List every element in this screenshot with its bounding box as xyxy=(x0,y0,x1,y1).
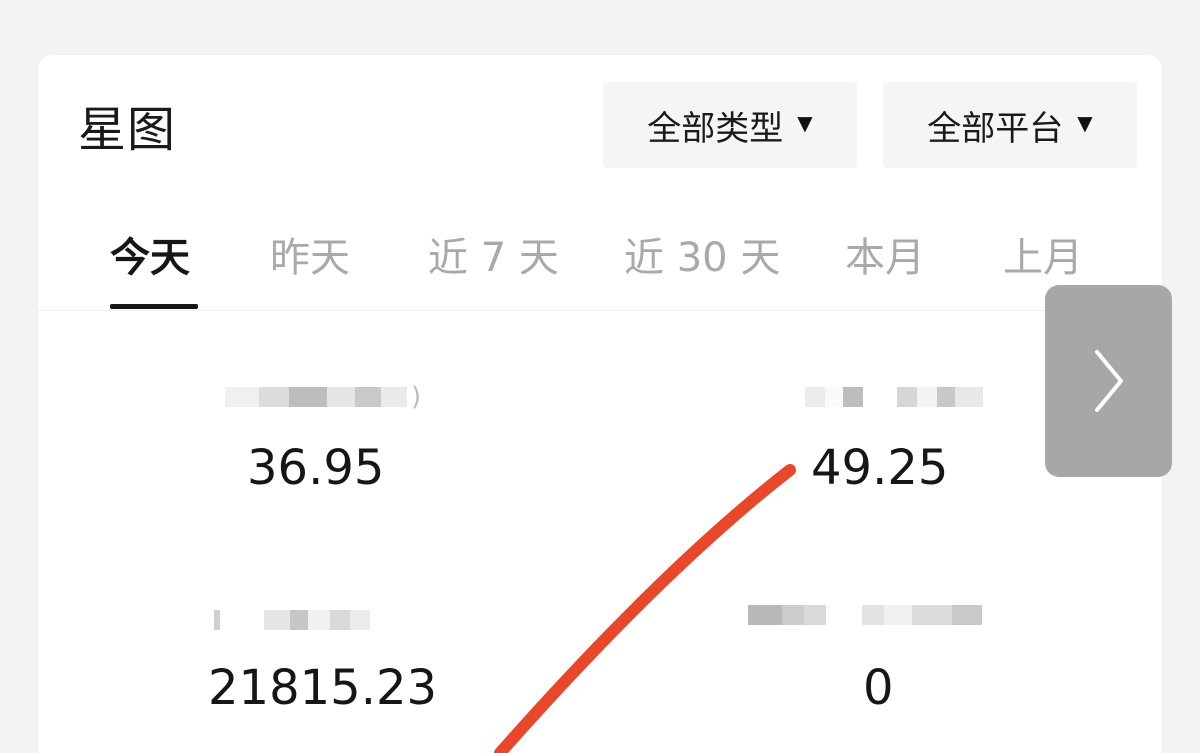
tab-this-month[interactable]: 本月 xyxy=(845,228,925,288)
metric-value: 36.95 xyxy=(247,440,385,496)
metric-label-blurred xyxy=(214,605,370,635)
tab-last-7-days[interactable]: 近 7 天 xyxy=(428,228,559,288)
metric-value: 0 xyxy=(863,660,894,716)
caret-down-icon: ▼ xyxy=(1077,111,1093,135)
metric-value: 49.25 xyxy=(811,440,949,496)
metric-label-blurred: ) xyxy=(225,382,421,412)
tab-last-30-days[interactable]: 近 30 天 xyxy=(624,228,780,288)
caret-down-icon: ▼ xyxy=(797,111,813,135)
metric-label-blurred xyxy=(805,382,983,412)
active-tab-indicator xyxy=(110,304,198,309)
next-page-button[interactable] xyxy=(1045,285,1172,477)
type-filter-label: 全部类型 xyxy=(647,108,784,149)
type-filter-dropdown[interactable]: 全部类型 ▼ xyxy=(603,82,857,168)
page: 星图 全部类型 ▼ 全部平台 ▼ 今天 昨天 近 7 天 近 30 天 本月 上… xyxy=(0,0,1200,753)
tab-today[interactable]: 今天 xyxy=(110,228,190,288)
date-range-tabs: 今天 昨天 近 7 天 近 30 天 本月 上月 xyxy=(0,228,1200,310)
chevron-right-icon xyxy=(1094,350,1123,412)
tab-yesterday[interactable]: 昨天 xyxy=(270,228,350,288)
platform-filter-dropdown[interactable]: 全部平台 ▼ xyxy=(883,82,1137,168)
metric-value: 21815.23 xyxy=(208,660,438,716)
tabs-divider xyxy=(38,310,1162,311)
page-title: 星图 xyxy=(78,102,177,158)
platform-filter-label: 全部平台 xyxy=(927,108,1064,149)
tab-last-month[interactable]: 上月 xyxy=(1003,228,1083,288)
metric-label-blurred xyxy=(748,600,982,630)
